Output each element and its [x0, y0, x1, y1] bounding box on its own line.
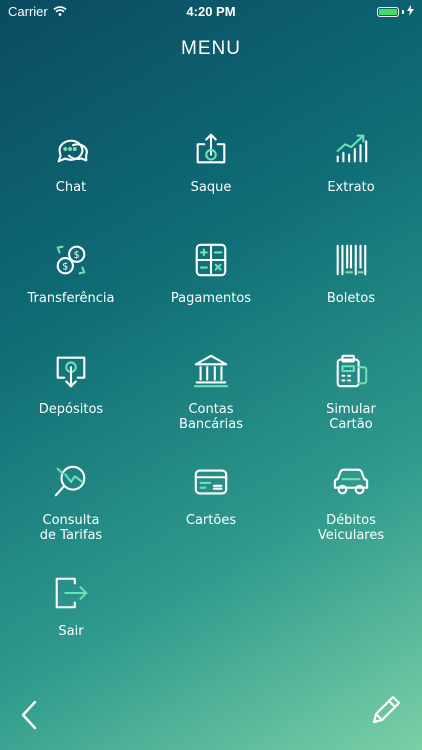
- menu-item-label: Pagamentos: [170, 291, 252, 306]
- status-bar: Carrier 4:20 PM: [0, 0, 422, 22]
- menu-item-label: Transferência: [27, 291, 115, 306]
- menu-item-label: Consulta de Tarifas: [39, 513, 103, 543]
- menu-item-contas-bancarias[interactable]: Contas Bancárias: [146, 348, 276, 432]
- back-button[interactable]: [16, 698, 46, 732]
- fee-search-icon: [6, 459, 136, 505]
- menu-item-label: Sair: [58, 624, 84, 639]
- status-time: 4:20 PM: [186, 4, 236, 19]
- menu-item-transferencia[interactable]: $ $ Transferência: [6, 237, 136, 306]
- menu-item-extrato[interactable]: Extrato: [286, 126, 416, 195]
- menu-item-depositos[interactable]: Depósitos: [6, 348, 136, 417]
- menu-item-label: Simular Cartão: [326, 402, 376, 432]
- menu-item-saque[interactable]: Saque: [146, 126, 276, 195]
- battery-icon: [377, 6, 399, 17]
- credit-card-icon: [146, 459, 276, 505]
- card-simulator-icon: [286, 348, 416, 394]
- menu-item-label: Saque: [190, 180, 232, 195]
- menu-item-pagamentos[interactable]: Pagamentos: [146, 237, 276, 306]
- menu-item-simular-cartao[interactable]: Simular Cartão: [286, 348, 416, 432]
- svg-text:$: $: [74, 250, 80, 261]
- svg-text:$: $: [62, 262, 68, 273]
- chat-icon: [6, 126, 136, 172]
- menu-item-label: Cartões: [185, 513, 237, 528]
- edit-button[interactable]: [368, 692, 404, 728]
- charging-icon: [407, 4, 414, 19]
- logout-icon: [6, 570, 136, 616]
- chevron-left-icon: [16, 700, 46, 736]
- page-title: MENU: [181, 38, 241, 59]
- statement-chart-icon: [286, 126, 416, 172]
- menu-item-label: Chat: [55, 180, 87, 195]
- calculator-icon: [146, 237, 276, 283]
- menu-item-label: Débitos Veiculares: [317, 513, 385, 543]
- menu-item-debitos-veiculares[interactable]: Débitos Veiculares: [286, 459, 416, 543]
- transfer-icon: $ $: [6, 237, 136, 283]
- menu-item-label: Depósitos: [38, 402, 104, 417]
- bank-icon: [146, 348, 276, 394]
- menu-item-chat[interactable]: Chat: [6, 126, 136, 195]
- menu-item-sair[interactable]: Sair: [6, 570, 136, 639]
- barcode-icon: [286, 237, 416, 283]
- menu-item-label: Extrato: [327, 180, 375, 195]
- menu-item-label: Boletos: [326, 291, 376, 306]
- menu-item-cartoes[interactable]: Cartões: [146, 459, 276, 528]
- deposit-icon: [6, 348, 136, 394]
- car-icon: [286, 459, 416, 505]
- menu-item-consulta-tarifas[interactable]: Consulta de Tarifas: [6, 459, 136, 543]
- withdraw-icon: [146, 126, 276, 172]
- menu-item-label: Contas Bancárias: [179, 402, 243, 432]
- menu-item-boletos[interactable]: Boletos: [286, 237, 416, 306]
- pencil-icon: [368, 695, 404, 732]
